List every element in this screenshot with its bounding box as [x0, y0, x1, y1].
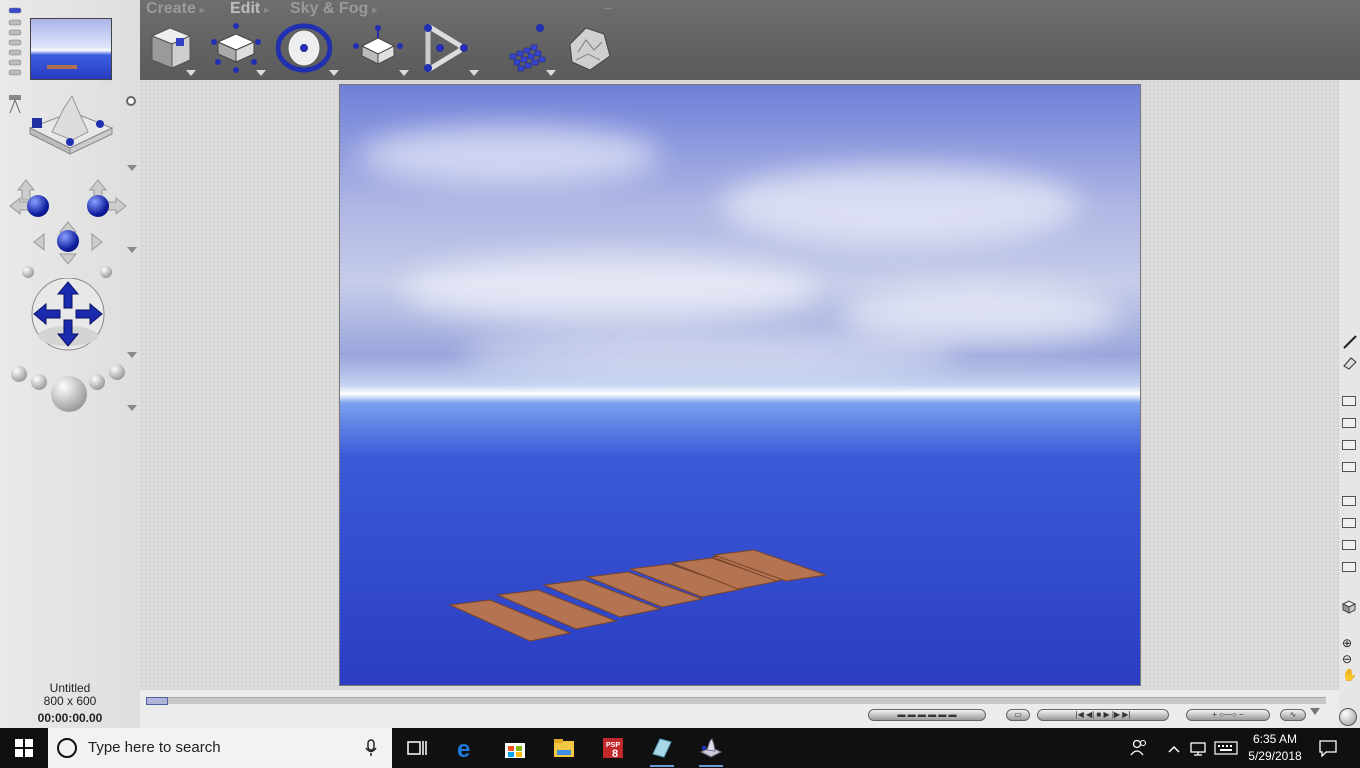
dropdown-arrow-icon[interactable] [399, 70, 409, 76]
brush-icon[interactable] [1342, 334, 1358, 350]
list-icon[interactable] [1342, 518, 1356, 528]
render-viewport[interactable] [339, 84, 1141, 686]
preset-sphere-icon[interactable] [11, 366, 27, 382]
timeline-scrubber[interactable] [146, 697, 168, 705]
curve-button[interactable]: ∿ [1280, 709, 1306, 721]
view-icon[interactable] [1342, 418, 1356, 428]
svg-text:8: 8 [612, 748, 618, 760]
render-options-button[interactable]: ▬ ▬ ▬ ▬ ▬ ▬ [868, 709, 986, 721]
clock-date: 5/29/2018 [1248, 749, 1302, 763]
dropdown-arrow-icon[interactable] [546, 70, 556, 76]
create-object-icon[interactable] [210, 22, 262, 74]
chevron-up-icon[interactable] [1167, 741, 1181, 753]
people-icon[interactable] [1130, 738, 1148, 756]
dropdown-arrow-icon[interactable] [127, 405, 137, 411]
dropdown-arrow-icon[interactable] [127, 352, 137, 358]
microphone-icon[interactable] [365, 739, 377, 757]
keyboard-icon[interactable] [1214, 741, 1238, 755]
pixel-cubes-icon[interactable] [504, 22, 556, 74]
preset-sphere-icon[interactable] [31, 374, 47, 390]
nano-preview-thumbnail[interactable] [30, 18, 112, 80]
file-explorer-icon[interactable] [552, 736, 576, 760]
move-object-icon[interactable] [352, 22, 404, 74]
store-icon[interactable] [503, 736, 527, 760]
small-sphere-icon[interactable] [100, 266, 112, 278]
active-app-indicator [699, 765, 723, 767]
dropdown-arrow-icon[interactable] [329, 70, 339, 76]
trackball-left-icon[interactable] [27, 195, 49, 217]
chevron-right-icon: ▸ [199, 5, 205, 16]
taskbar-clock[interactable]: 6:35 AM 5/29/2018 [1244, 731, 1306, 765]
document-info: Untitled 800 x 600 00:00:00.00 [0, 682, 140, 725]
wooden-planks [448, 549, 827, 642]
svg-text:e: e [457, 736, 470, 760]
preset-sphere-icon[interactable] [109, 364, 125, 380]
dropdown-arrow-icon[interactable] [186, 70, 196, 76]
trackball-center-icon[interactable] [57, 230, 79, 252]
menu-edit-label: Edit [230, 0, 261, 17]
dropdown-arrow-icon[interactable] [1310, 708, 1320, 715]
edge-icon[interactable]: e [455, 736, 479, 763]
dropdown-arrow-icon[interactable] [469, 70, 479, 76]
cortana-search-icon [57, 738, 77, 758]
scene-navigator-icon[interactable] [28, 92, 114, 170]
task-view-icon[interactable] [405, 736, 429, 760]
active-app-indicator [650, 765, 674, 767]
menu-create[interactable]: Create ▸ [146, 0, 205, 18]
clock-time: 6:35 AM [1252, 732, 1298, 746]
rock-material-icon[interactable] [564, 22, 616, 74]
menu-create-label: Create [146, 0, 196, 17]
camera-tripod-icon[interactable] [8, 94, 22, 114]
terrain-cube-icon[interactable] [146, 22, 198, 74]
bryce-app-icon[interactable] [699, 736, 723, 760]
paintshop-pro-icon[interactable]: PSP 8 [601, 736, 625, 760]
preview-dropdown-icon[interactable] [100, 80, 110, 86]
view-icon[interactable] [1342, 440, 1356, 450]
small-sphere-icon[interactable] [22, 266, 34, 278]
resize-arrows-icon[interactable]: ↔ [603, 2, 613, 13]
menu-edit[interactable]: Edit ▸ [230, 0, 269, 18]
orbit-camera-icon[interactable] [275, 22, 333, 74]
playback-controls[interactable]: |◀ ◀| ■ ▶ |▶ ▶| [1037, 709, 1169, 721]
preview-planks [47, 65, 77, 69]
list-icon[interactable] [1342, 496, 1356, 506]
chevron-right-icon: ▸ [372, 5, 378, 16]
zoom-out-icon[interactable]: ⊖ [1342, 652, 1356, 666]
windows-start-icon[interactable] [14, 738, 34, 758]
eraser-icon[interactable] [1342, 356, 1358, 370]
globe-icon[interactable] [1339, 708, 1357, 726]
document-time: 00:00:00.00 [37, 711, 103, 725]
list-icon[interactable] [1342, 562, 1356, 572]
list-icon[interactable] [1342, 540, 1356, 550]
view-icon[interactable] [1342, 396, 1356, 406]
frame-button[interactable]: ▭ [1006, 709, 1030, 721]
menu-sky-fog-label: Sky & Fog [290, 0, 369, 17]
dropdown-arrow-icon[interactable] [127, 247, 137, 253]
dropdown-arrow-icon[interactable] [256, 70, 266, 76]
network-icon[interactable] [1190, 740, 1208, 756]
zoom-in-icon[interactable]: ⊕ [1342, 636, 1356, 650]
search-placeholder: Type here to search [88, 739, 221, 756]
hand-pan-icon[interactable]: ✋ [1342, 668, 1357, 682]
view-icon[interactable] [1342, 462, 1356, 472]
preset-sphere-large-icon[interactable] [51, 376, 87, 412]
notifications-icon[interactable] [1318, 739, 1338, 758]
cube-icon[interactable] [1341, 600, 1357, 614]
trackball-controls[interactable] [8, 176, 128, 276]
radio-toggle-icon[interactable] [126, 96, 136, 106]
glass-app-icon[interactable] [650, 736, 674, 760]
keyframe-controls[interactable]: + ○—○ − [1186, 709, 1270, 721]
move-arrows-sphere-icon[interactable] [30, 277, 106, 354]
menu-bars-icon[interactable] [8, 6, 22, 78]
dropdown-arrow-icon[interactable] [127, 165, 137, 171]
preset-sphere-icon[interactable] [89, 374, 105, 390]
menu-sky-fog[interactable]: Sky & Fog ▸ [290, 0, 377, 18]
trackball-right-icon[interactable] [87, 195, 109, 217]
animation-path-icon[interactable] [420, 22, 472, 74]
chevron-right-icon: ▸ [264, 5, 270, 16]
document-size: 800 x 600 [43, 694, 97, 708]
timeline-track[interactable] [146, 697, 1326, 704]
